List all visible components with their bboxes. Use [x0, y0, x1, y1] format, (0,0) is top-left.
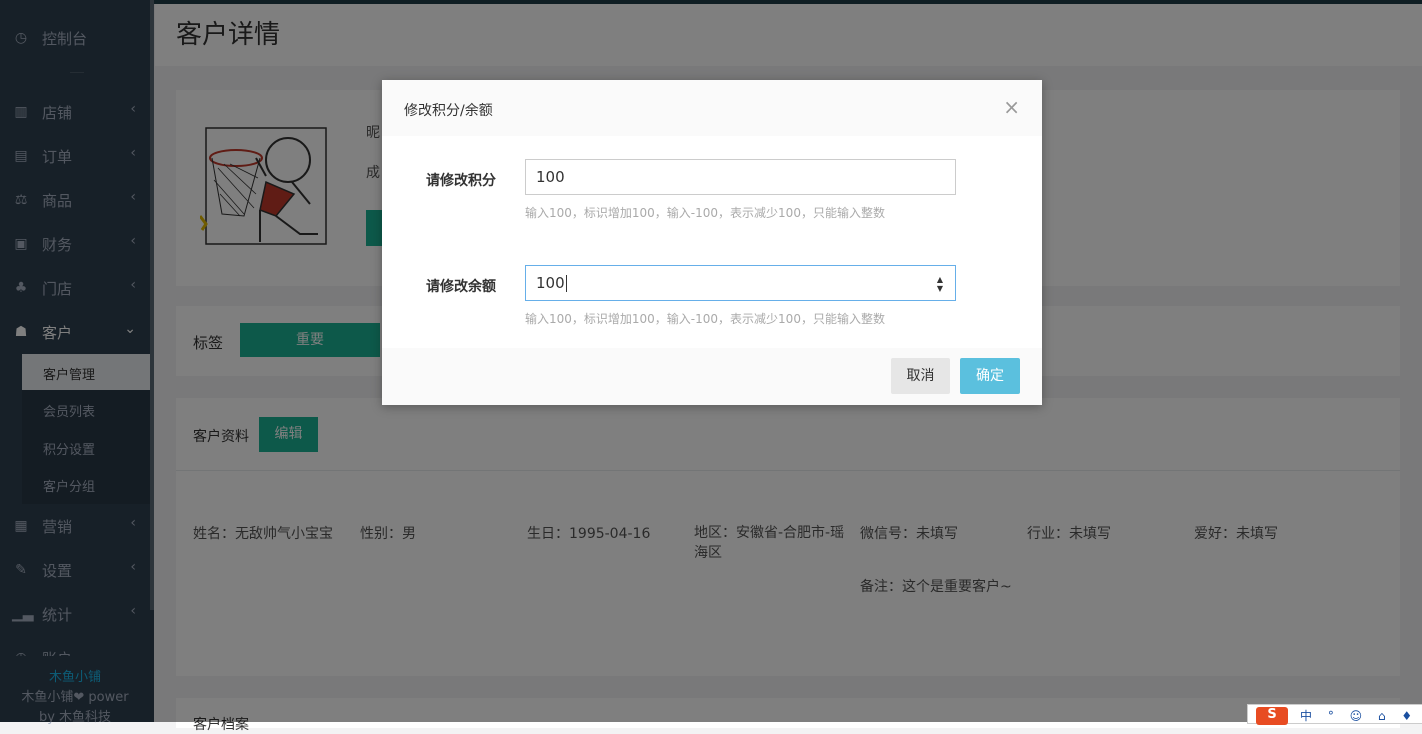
points-label: 请修改积分 — [426, 173, 496, 189]
points-help-text: 输入100，标识增加100，输入-100，表示减少100，只能输入整数 — [525, 206, 885, 220]
close-icon[interactable]: × — [1003, 96, 1020, 118]
ime-mode-icons[interactable]: 中 ° ☺ ⌂ ♦ — [1300, 707, 1418, 724]
balance-input[interactable]: 100 ▲ ▼ — [525, 265, 956, 301]
points-input[interactable]: 100 — [525, 159, 956, 195]
confirm-button[interactable]: 确定 — [960, 358, 1020, 394]
number-spinner-icon[interactable]: ▲ ▼ — [935, 275, 945, 293]
balance-input-value: 100 — [536, 274, 565, 292]
modal-header: 修改积分/余额 × — [382, 80, 1042, 136]
balance-label: 请修改余额 — [426, 279, 496, 295]
ime-toolbar[interactable]: S 中 ° ☺ ⌂ ♦ — [1247, 704, 1422, 725]
text-caret — [565, 275, 567, 292]
balance-help-text: 输入100，标识增加100，输入-100，表示减少100，只能输入整数 — [525, 312, 885, 326]
modal-footer: 取消 确定 — [382, 348, 1042, 405]
points-input-value: 100 — [536, 168, 565, 186]
sogou-logo-icon[interactable]: S — [1256, 707, 1288, 725]
modal-title: 修改积分/余额 — [404, 103, 493, 119]
cancel-button[interactable]: 取消 — [891, 358, 950, 394]
edit-points-balance-modal: 修改积分/余额 × 请修改积分 100 输入100，标识增加100，输入-100… — [382, 80, 1042, 405]
